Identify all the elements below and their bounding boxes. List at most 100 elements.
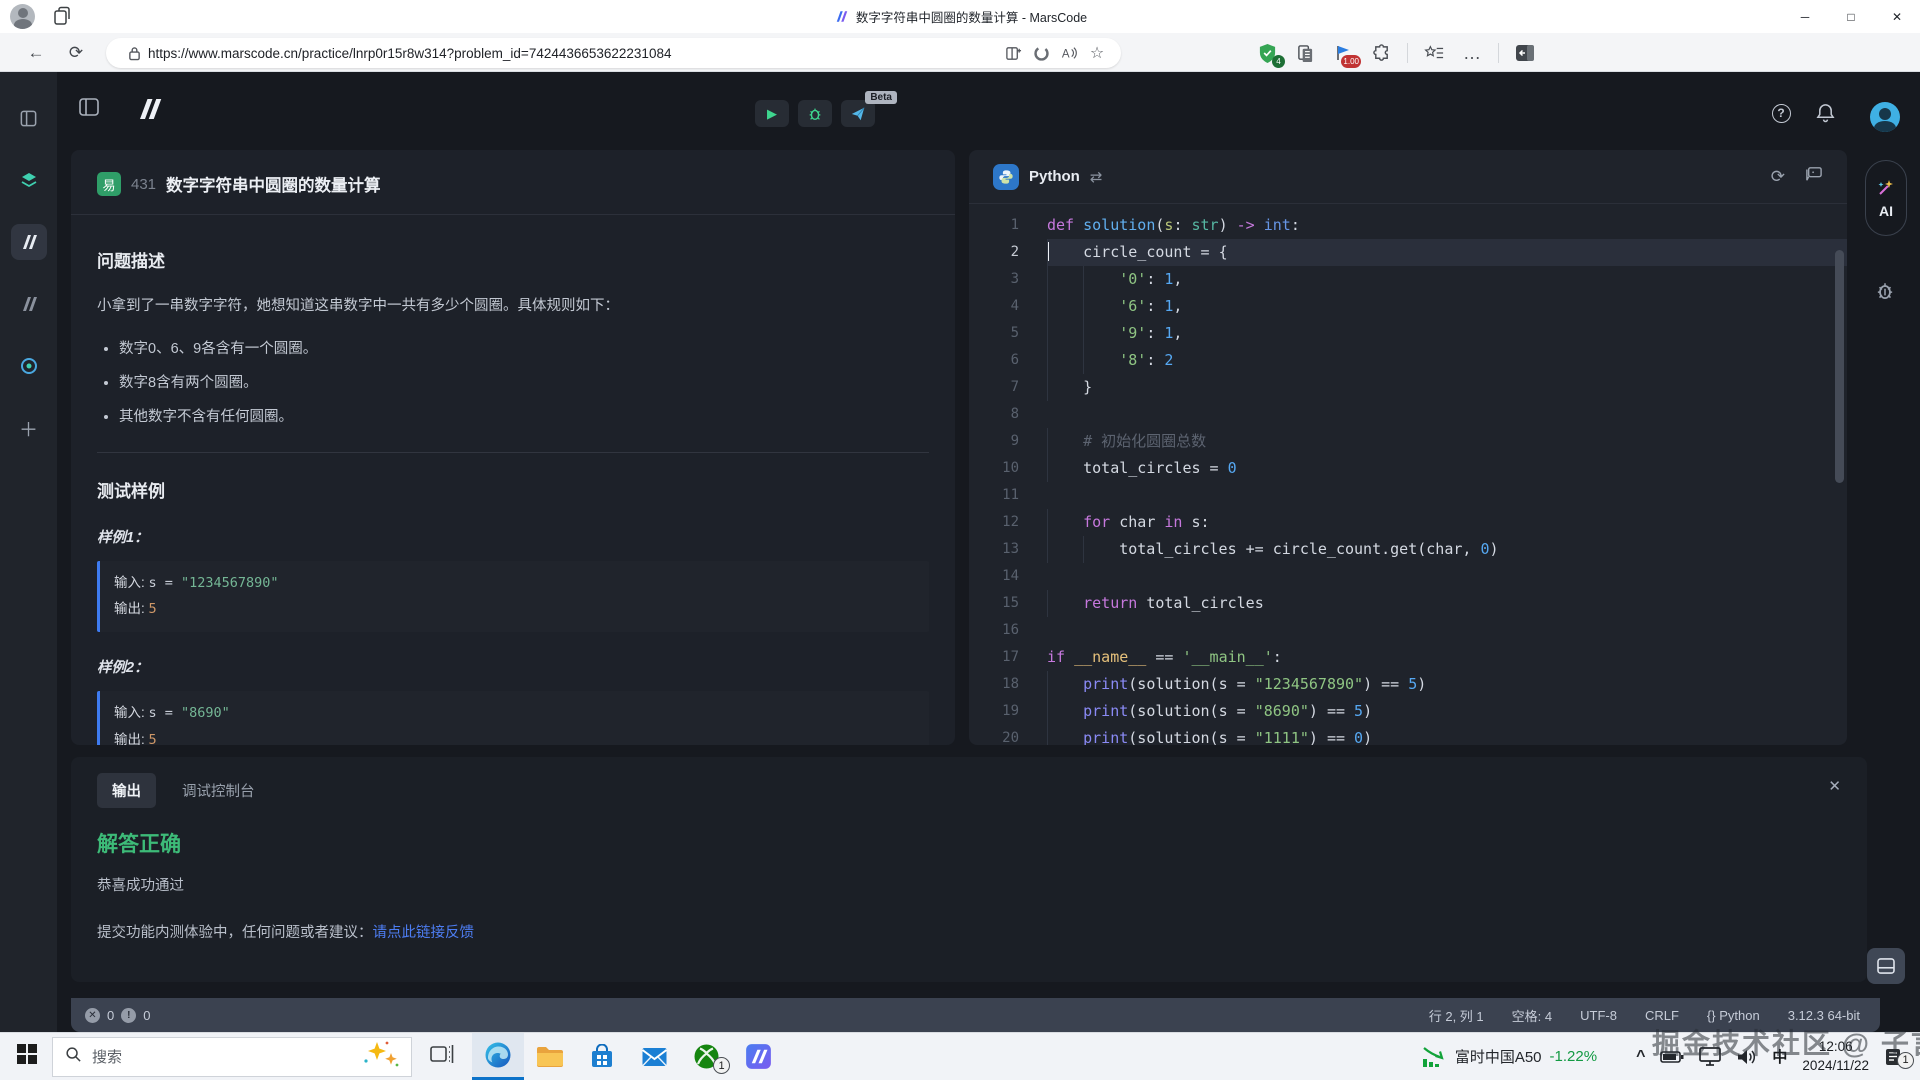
- more-menu-icon[interactable]: …: [1460, 41, 1484, 65]
- line-number: 11: [969, 482, 1019, 509]
- code-line[interactable]: 1def solution(s: str) -> int:: [969, 212, 1847, 239]
- sample-block[interactable]: 输入: s = "8690" 输出: 5: [97, 691, 929, 745]
- eol-setting[interactable]: CRLF: [1645, 1008, 1679, 1023]
- language-switch-icon[interactable]: ⇄: [1090, 168, 1103, 186]
- code-line[interactable]: 8: [969, 401, 1847, 428]
- layout-toggle-button[interactable]: [1867, 948, 1905, 984]
- code-text: if __name__ == '__main__':: [1047, 644, 1847, 671]
- bug-report-icon[interactable]: [1874, 280, 1896, 307]
- taskbar-file-explorer[interactable]: [524, 1033, 576, 1080]
- sample-output-value: 5: [149, 732, 157, 745]
- tab-output[interactable]: 输出: [97, 773, 156, 808]
- code-line[interactable]: 12 for char in s:: [969, 509, 1847, 536]
- editor-scrollbar[interactable]: [1835, 250, 1844, 483]
- errors-icon: ✕: [85, 1008, 100, 1023]
- encoding-setting[interactable]: UTF-8: [1580, 1008, 1617, 1023]
- lock-icon[interactable]: [120, 40, 148, 66]
- copilot-icon[interactable]: [1027, 40, 1055, 66]
- code-line[interactable]: 18 print(solution(s = "1234567890") == 5…: [969, 671, 1847, 698]
- tab-debug-console[interactable]: 调试控制台: [182, 780, 255, 801]
- code-lines[interactable]: 1def solution(s: str) -> int:2 circle_co…: [969, 204, 1847, 745]
- start-button[interactable]: [16, 1043, 38, 1070]
- cursor-position[interactable]: 行 2, 列 1: [1429, 1006, 1484, 1025]
- code-line[interactable]: 11: [969, 482, 1847, 509]
- taskbar-edge[interactable]: [472, 1033, 524, 1080]
- favorite-star-icon[interactable]: ☆: [1083, 40, 1111, 66]
- python-runtime[interactable]: 3.12.3 64-bit: [1788, 1008, 1860, 1023]
- line-number: 6: [969, 347, 1019, 374]
- code-line[interactable]: 9 # 初始化圆圈总数: [969, 428, 1847, 455]
- code-line[interactable]: 13 total_circles += circle_count.get(cha…: [969, 536, 1847, 563]
- clipboard-extension-icon[interactable]: [1293, 41, 1317, 65]
- taskbar-microsoft-store[interactable]: [576, 1033, 628, 1080]
- problem-description[interactable]: 问题描述 小拿到了一串数字字符，她想知道这串数字中一共有多少个圆圈。具体规则如下…: [71, 215, 955, 745]
- close-button[interactable]: ✕: [1874, 0, 1920, 33]
- task-view-icon[interactable]: [430, 1043, 454, 1070]
- run-button[interactable]: ▶: [755, 100, 789, 127]
- line-number: 9: [969, 428, 1019, 455]
- notification-bell-icon[interactable]: [1814, 102, 1836, 124]
- debug-button[interactable]: [798, 100, 832, 127]
- minimize-button[interactable]: ─: [1782, 0, 1828, 33]
- taskbar-mail[interactable]: [628, 1033, 680, 1080]
- code-line[interactable]: 7 }: [969, 374, 1847, 401]
- courses-icon[interactable]: [11, 162, 47, 198]
- favorites-bar-icon[interactable]: [1422, 41, 1446, 65]
- search-input[interactable]: 搜索: [52, 1037, 412, 1077]
- add-icon[interactable]: ＋: [11, 410, 47, 446]
- submit-button[interactable]: Beta: [841, 100, 875, 127]
- ai-assistant-button[interactable]: AI: [1865, 160, 1907, 236]
- code-line[interactable]: 4 '6': 1,: [969, 293, 1847, 320]
- code-line[interactable]: 3 '0': 1,: [969, 266, 1847, 293]
- sample-input-string: "8690": [181, 705, 230, 721]
- tabs-icon[interactable]: [11, 100, 47, 136]
- reload-button[interactable]: ⟳: [62, 39, 90, 67]
- marscode-secondary-icon[interactable]: [11, 286, 47, 322]
- code-line[interactable]: 19 print(solution(s = "8690") == 5): [969, 698, 1847, 725]
- maximize-button[interactable]: □: [1828, 0, 1874, 33]
- code-line[interactable]: 2 circle_count = {: [969, 239, 1847, 266]
- code-line[interactable]: 20 print(solution(s = "1111") == 0): [969, 725, 1847, 745]
- problems-status[interactable]: ✕ 0 ! 0: [85, 1008, 150, 1023]
- sample-block[interactable]: 输入: s = "1234567890" 输出: 5: [97, 561, 929, 632]
- url-text[interactable]: https://www.marscode.cn/practice/lnrp0r1…: [148, 46, 999, 61]
- shield-badge: 4: [1272, 55, 1285, 68]
- split-screen-icon[interactable]: [999, 40, 1027, 66]
- code-line[interactable]: 10 total_circles = 0: [969, 455, 1847, 482]
- taskbar-marscode[interactable]: [732, 1033, 784, 1080]
- reset-code-icon[interactable]: ⟳: [1771, 167, 1785, 187]
- extensions-puzzle-icon[interactable]: [1369, 41, 1393, 65]
- code-text: '6': 1,: [1047, 293, 1847, 320]
- panel-toggle-icon[interactable]: [79, 98, 99, 121]
- language-mode[interactable]: {} Python: [1707, 1008, 1760, 1023]
- code-line[interactable]: 14: [969, 563, 1847, 590]
- code-line[interactable]: 17if __name__ == '__main__':: [969, 644, 1847, 671]
- code-line[interactable]: 6 '8': 2: [969, 347, 1847, 374]
- sidebar-toggle-icon[interactable]: [1513, 41, 1537, 65]
- flag-extension-icon[interactable]: 1.00: [1331, 41, 1355, 65]
- marscode-logo[interactable]: [135, 96, 165, 127]
- line-number: 1: [969, 212, 1019, 239]
- read-aloud-icon[interactable]: A: [1055, 40, 1083, 66]
- stock-widget[interactable]: 富时中国A50 -1.22%: [1421, 1045, 1597, 1069]
- back-button[interactable]: ←: [22, 39, 50, 67]
- address-bar[interactable]: https://www.marscode.cn/practice/lnrp0r1…: [106, 38, 1121, 68]
- user-avatar[interactable]: [1870, 102, 1900, 132]
- indent-setting[interactable]: 空格: 4: [1512, 1006, 1552, 1025]
- code-line[interactable]: 5 '9': 1,: [969, 320, 1847, 347]
- marscode-practice-icon[interactable]: [11, 224, 47, 260]
- adblock-shield-icon[interactable]: 4: [1255, 41, 1279, 65]
- watermark: 掘金技术社区 @ 子言: [1652, 1022, 1920, 1062]
- browser-circle-icon[interactable]: [11, 348, 47, 384]
- code-line[interactable]: 15 return total_circles: [969, 590, 1847, 617]
- tray-chevron-icon[interactable]: ^: [1636, 1048, 1645, 1066]
- code-line[interactable]: 16: [969, 617, 1847, 644]
- submit-history-icon[interactable]: [1805, 166, 1823, 187]
- feedback-link[interactable]: 请点此链接反馈: [373, 925, 475, 941]
- braces-icon: {}: [1707, 1008, 1716, 1023]
- toolbar-divider: [1498, 43, 1499, 63]
- close-panel-icon[interactable]: ✕: [1828, 777, 1841, 795]
- magic-sparkle-icon: [1876, 178, 1896, 198]
- help-icon[interactable]: ?: [1770, 102, 1792, 124]
- taskbar-xbox[interactable]: 1: [680, 1033, 732, 1080]
